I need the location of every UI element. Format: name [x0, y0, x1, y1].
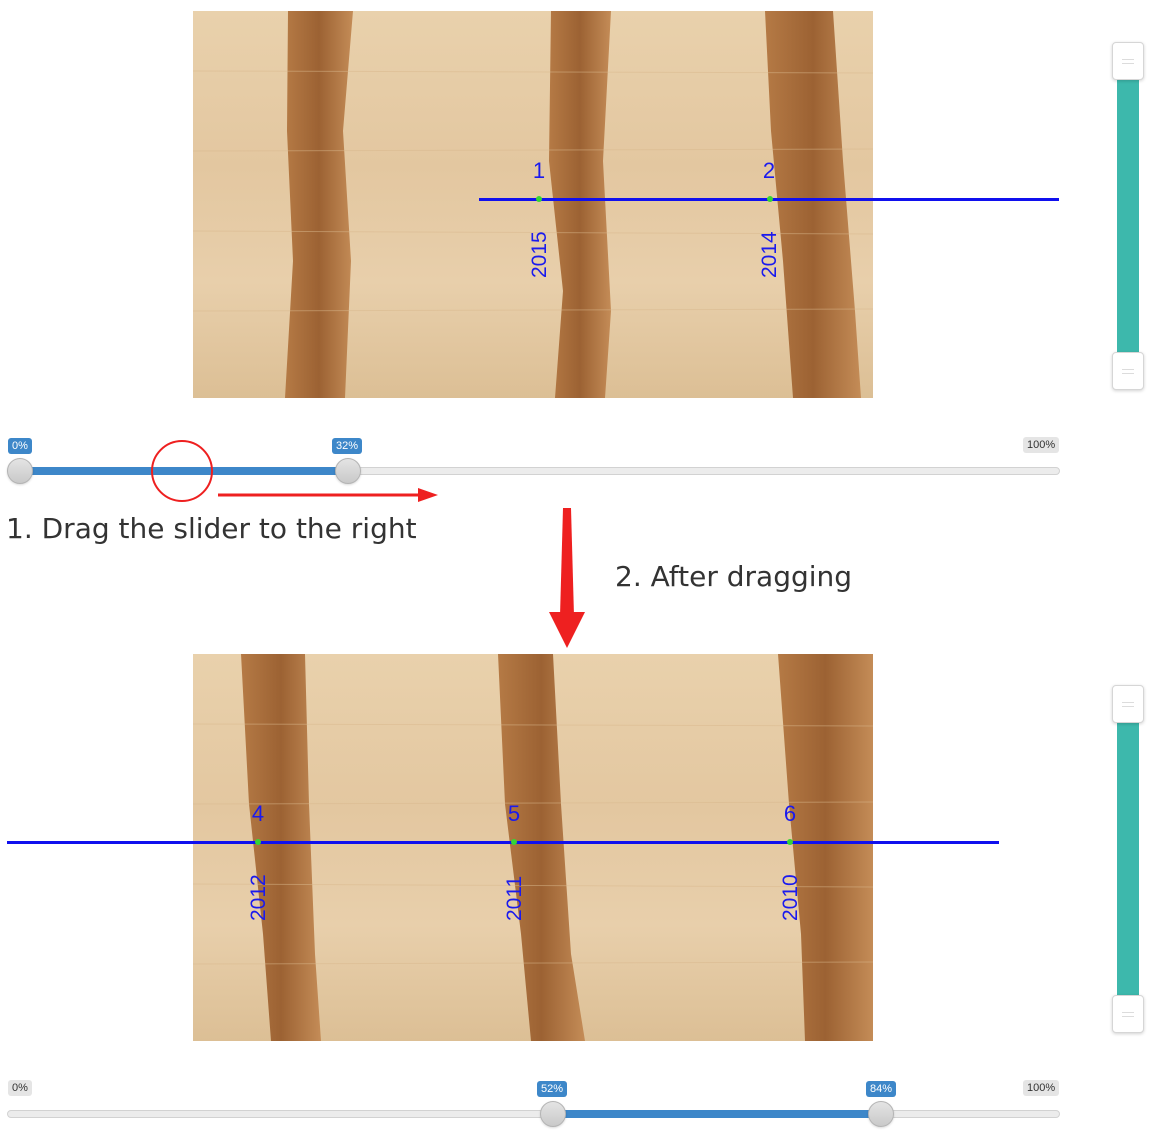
measurement-line-after — [7, 841, 999, 844]
down-arrow-icon — [549, 508, 585, 648]
slider-min-label: 0% — [8, 1080, 32, 1096]
drag-target-circle-icon — [151, 440, 213, 502]
ring-point-6[interactable] — [787, 839, 793, 845]
ring-year-label: 2010 — [779, 874, 802, 921]
ring-point-5[interactable] — [511, 839, 517, 845]
range-slider-high-handle-after[interactable] — [868, 1101, 894, 1127]
ring-marker-number: 6 — [783, 801, 797, 826]
vertical-slider-track-after[interactable] — [1117, 705, 1139, 1015]
ring-point-4[interactable] — [255, 839, 261, 845]
slider-low-tooltip: 52% — [537, 1081, 568, 1097]
range-slider-fill-after — [553, 1110, 881, 1118]
ring-marker-number: 5 — [507, 801, 521, 826]
instruction-step-2: 2. After dragging — [615, 560, 853, 593]
vertical-slider-top-handle-after[interactable] — [1112, 685, 1144, 723]
slider-max-label: 100% — [1023, 1080, 1060, 1096]
instruction-step-1: 1. Drag the slider to the right — [6, 512, 417, 545]
annotation-overlay — [151, 440, 585, 648]
ring-marker-number: 4 — [251, 801, 265, 826]
slider-high-tooltip: 84% — [866, 1081, 897, 1097]
vertical-slider-bottom-handle-after[interactable] — [1112, 995, 1144, 1033]
ring-year-label: 2012 — [247, 874, 270, 921]
ring-year-label: 2011 — [503, 875, 526, 921]
wood-image-after — [193, 654, 873, 1041]
range-slider-low-handle-after[interactable] — [540, 1101, 566, 1127]
range-slider-track-after[interactable] — [7, 1110, 1060, 1118]
right-arrow-icon — [218, 488, 438, 502]
wood-texture-after — [193, 654, 873, 1041]
